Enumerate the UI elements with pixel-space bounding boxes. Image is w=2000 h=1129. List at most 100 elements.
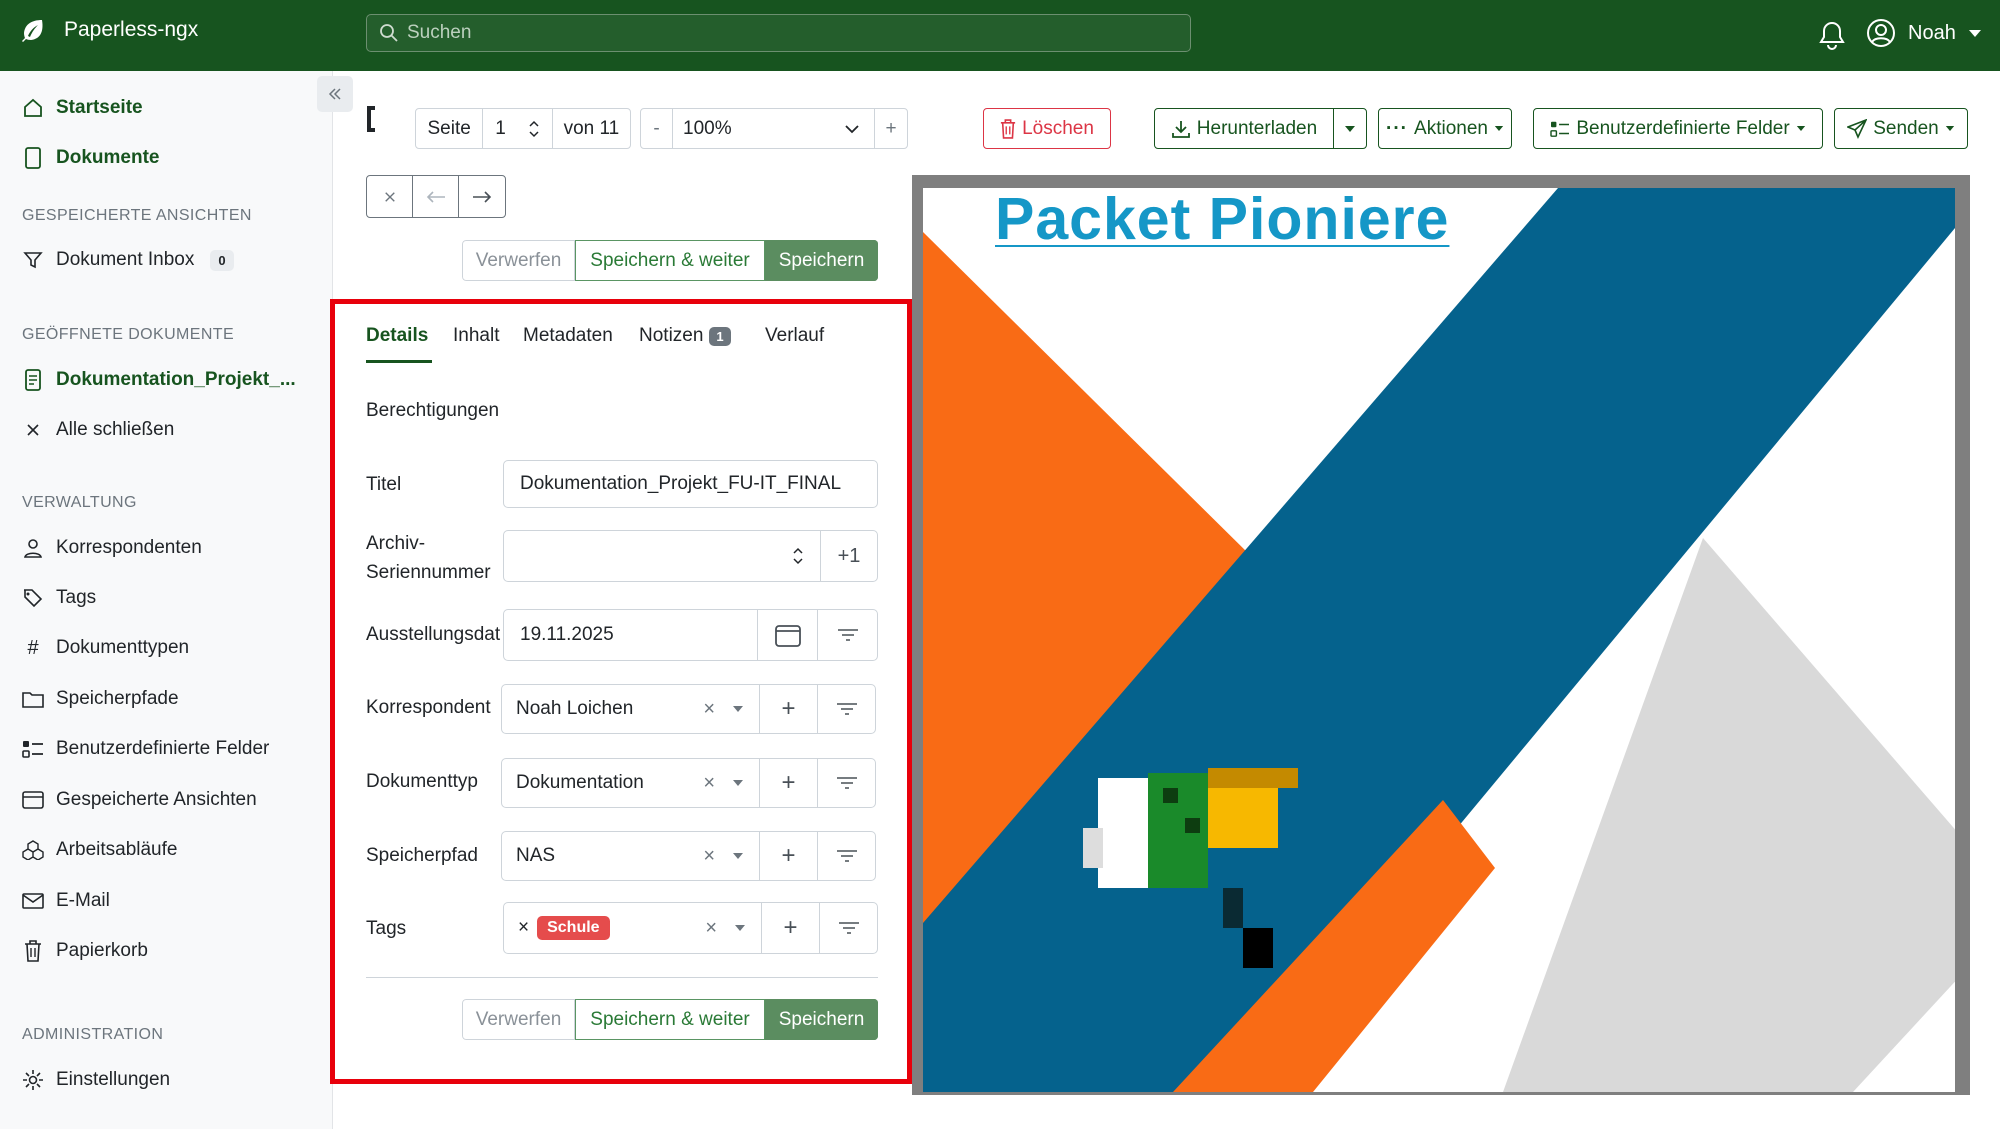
zoom-out-button[interactable]: - bbox=[641, 109, 673, 148]
sidebar-item-tags[interactable]: Tags bbox=[22, 587, 96, 609]
next-document-button[interactable] bbox=[459, 176, 505, 217]
remove-tag-icon[interactable]: × bbox=[518, 917, 529, 939]
close-icon bbox=[22, 419, 44, 441]
sidebar-item-speicherpfade[interactable]: Speicherpfade bbox=[22, 688, 179, 710]
sidebar-item-startseite[interactable]: Startseite bbox=[22, 97, 143, 119]
add-correspondent-button[interactable]: + bbox=[759, 685, 817, 733]
arrow-left-icon bbox=[426, 190, 446, 204]
save-button[interactable]: Speichern bbox=[765, 240, 878, 281]
asn-label-line1: Archiv- bbox=[366, 533, 426, 554]
user-menu[interactable]: Noah bbox=[1866, 18, 1982, 48]
storage-path-filter-button[interactable] bbox=[817, 832, 875, 880]
tab-verlauf[interactable]: Verlauf bbox=[765, 325, 824, 347]
sidebar-item-korrespondenten[interactable]: Korrespondenten bbox=[22, 537, 202, 559]
actions-dropdown[interactable]: ··· Aktionen bbox=[1378, 108, 1512, 149]
date-input[interactable]: 19.11.2025 bbox=[504, 610, 757, 660]
tags-select[interactable]: × Schule × bbox=[504, 903, 761, 953]
sidebar-item-dokument-inbox[interactable]: Dokument Inbox 0 bbox=[22, 249, 234, 271]
sidebar-item-dokumenttypen[interactable]: # Dokumenttypen bbox=[22, 637, 189, 659]
asn-plus-one-button[interactable]: +1 bbox=[820, 531, 877, 581]
clear-icon[interactable]: × bbox=[703, 698, 715, 721]
filter-icon bbox=[836, 702, 858, 716]
sidebar-item-einstellungen[interactable]: Einstellungen bbox=[22, 1069, 170, 1091]
sidebar-item-arbeitsablaeufe[interactable]: Arbeitsabläufe bbox=[22, 839, 177, 861]
permissions-link[interactable]: Berechtigungen bbox=[366, 397, 499, 425]
caret-down-icon bbox=[731, 705, 745, 713]
user-circle-icon bbox=[1866, 18, 1896, 48]
global-search[interactable] bbox=[366, 14, 1191, 52]
house-icon bbox=[22, 97, 44, 119]
clear-icon[interactable]: × bbox=[703, 845, 715, 868]
sidebar-item-papierkorb[interactable]: Papierkorb bbox=[22, 940, 148, 962]
tab-details[interactable]: Details bbox=[366, 325, 428, 347]
page-number-input[interactable]: 1 bbox=[483, 109, 553, 148]
plus-icon: + bbox=[781, 695, 796, 722]
sidebar-close-all[interactable]: Alle schließen bbox=[22, 419, 174, 441]
add-tag-button[interactable]: + bbox=[761, 903, 819, 953]
correspondent-filter-button[interactable] bbox=[817, 685, 875, 733]
tab-inhalt[interactable]: Inhalt bbox=[453, 325, 499, 347]
doctype-filter-button[interactable] bbox=[817, 759, 875, 807]
doctype-select[interactable]: Dokumentation × bbox=[502, 759, 759, 807]
zoom-select[interactable]: 100% bbox=[673, 109, 875, 148]
tags-filter-button[interactable] bbox=[819, 903, 877, 953]
collapse-sidebar-button[interactable] bbox=[317, 76, 353, 112]
clear-icon[interactable]: × bbox=[703, 772, 715, 795]
title-field[interactable]: Dokumentation_Projekt_FU-IT_FINAL bbox=[503, 460, 878, 508]
sidebar-item-open-document[interactable]: Dokumentation_Projekt_... bbox=[22, 369, 296, 391]
date-field: 19.11.2025 bbox=[503, 609, 878, 661]
save-and-next-button[interactable]: Speichern & weiter bbox=[575, 999, 765, 1040]
previous-document-button[interactable] bbox=[413, 176, 459, 217]
brand[interactable]: Paperless-ngx bbox=[20, 18, 198, 42]
boxes-icon bbox=[22, 839, 44, 861]
clear-icon[interactable]: × bbox=[705, 917, 717, 940]
plus-icon: + bbox=[783, 914, 798, 941]
plus-icon: + bbox=[781, 842, 796, 869]
sidebar-item-gespeicherte-ansichten[interactable]: Gespeicherte Ansichten bbox=[22, 789, 257, 811]
user-name: Noah bbox=[1908, 21, 1956, 44]
download-dropdown-toggle[interactable] bbox=[1333, 108, 1367, 149]
correspondent-select[interactable]: Noah Loichen × bbox=[502, 685, 759, 733]
tab-notizen[interactable]: Notizen 1 bbox=[639, 325, 731, 347]
asn-field[interactable]: +1 bbox=[503, 530, 878, 582]
date-label: Ausstellungsdat bbox=[366, 624, 501, 645]
document-page bbox=[923, 188, 1955, 1092]
three-dots-icon: ··· bbox=[1386, 117, 1409, 139]
correspondent-label: Korrespondent bbox=[366, 697, 491, 718]
tag-chip-schule: Schule bbox=[537, 916, 610, 940]
add-storage-path-button[interactable]: + bbox=[759, 832, 817, 880]
close-document-button[interactable] bbox=[367, 176, 414, 217]
add-doctype-button[interactable]: + bbox=[759, 759, 817, 807]
leaf-logo-icon bbox=[20, 18, 44, 42]
calendar-button[interactable] bbox=[757, 610, 817, 660]
tab-metadaten[interactable]: Metadaten bbox=[523, 325, 613, 347]
download-button[interactable]: Herunterladen bbox=[1154, 108, 1334, 149]
discard-button[interactable]: Verwerfen bbox=[462, 999, 575, 1040]
chevron-down-icon bbox=[844, 124, 860, 134]
asn-input[interactable] bbox=[504, 531, 820, 581]
sidebar: Startseite Dokumente GESPEICHERTE ANSICH… bbox=[0, 71, 333, 1129]
correspondent-field: Noah Loichen × + bbox=[501, 684, 876, 734]
sidebar-item-benutzerdefinierte-felder[interactable]: Benutzerdefinierte Felder bbox=[22, 738, 269, 760]
envelope-icon bbox=[22, 890, 44, 912]
discard-button[interactable]: Verwerfen bbox=[462, 240, 575, 281]
send-icon bbox=[1847, 118, 1868, 139]
send-dropdown[interactable]: Senden bbox=[1834, 108, 1968, 149]
page-count: von 11 bbox=[563, 117, 620, 139]
delete-button[interactable]: Löschen bbox=[983, 108, 1111, 149]
caret-down-icon bbox=[1796, 125, 1806, 132]
folder-icon bbox=[22, 688, 44, 710]
save-and-next-button[interactable]: Speichern & weiter bbox=[575, 240, 765, 281]
stepper-icon bbox=[528, 119, 540, 139]
save-button[interactable]: Speichern bbox=[765, 999, 878, 1040]
arrow-right-icon bbox=[472, 190, 492, 204]
zoom-in-button[interactable]: + bbox=[875, 109, 907, 148]
caret-down-icon bbox=[1968, 28, 1982, 38]
storage-path-select[interactable]: NAS × bbox=[502, 832, 759, 880]
notifications-bell-icon[interactable] bbox=[1818, 20, 1846, 50]
sidebar-item-email[interactable]: E-Mail bbox=[22, 890, 110, 912]
date-filter-button[interactable] bbox=[817, 610, 877, 660]
custom-fields-dropdown[interactable]: Benutzerdefinierte Felder bbox=[1533, 108, 1823, 149]
search-input[interactable] bbox=[407, 22, 1167, 44]
sidebar-item-dokumente[interactable]: Dokumente bbox=[22, 147, 159, 169]
